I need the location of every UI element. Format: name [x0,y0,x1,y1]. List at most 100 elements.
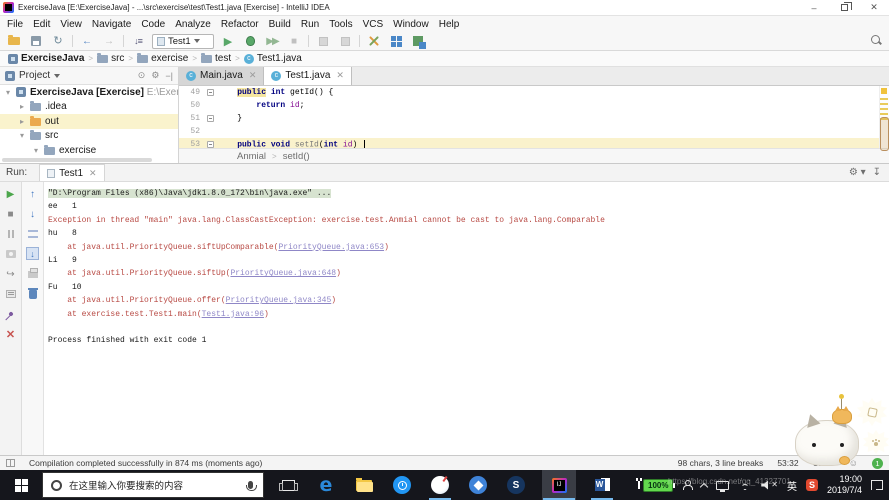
menu-item-run[interactable]: Run [296,19,324,30]
breadcrumb-item[interactable]: exercise [137,53,188,64]
project-structure-icon[interactable] [388,34,404,48]
volume-muted-icon[interactable]: ✕ [761,480,778,490]
chevron-down-icon[interactable]: ▾ [4,88,12,97]
close-run-icon[interactable]: ✕ [3,327,19,341]
gear-icon[interactable]: ⚙ [151,70,159,81]
taskbar-app-diamond-app[interactable] [466,470,490,500]
breadcrumb-item[interactable]: test [201,53,231,64]
wifi-icon[interactable] [738,480,752,490]
horizontal-scrollbar[interactable] [2,158,152,162]
hidden-icons-chevron[interactable] [700,482,709,491]
scrollbar-thumb[interactable] [880,117,889,151]
people-icon[interactable] [682,480,694,490]
editor-breadcrumb-item[interactable]: Anmial [237,151,266,162]
tree-row-idea[interactable]: ▸ .idea [0,100,178,115]
taskbar-clock[interactable]: 19:00 2019/7/4 [827,474,862,496]
gear-icon[interactable]: ⚙ ▾ [849,167,866,178]
soft-wrap-icon[interactable] [25,227,41,241]
taskbar-app-s-app[interactable]: S [504,470,528,500]
editor-line[interactable]: 53 public void setId(int id) [179,138,889,148]
stack-trace-link[interactable]: PriorityQueue.java:653 [278,243,384,252]
editor-scrollbar[interactable] [879,86,889,151]
open-icon[interactable] [6,34,22,48]
taskbar-app-intellij-idea[interactable] [542,470,576,500]
breadcrumb-item[interactable]: src [97,53,124,64]
maven-icon[interactable] [410,34,426,49]
up-stack-trace-icon[interactable]: ↑ [25,187,41,201]
line-ending[interactable]: CRLF [813,458,835,468]
menu-item-help[interactable]: Help [434,19,465,30]
taskbar-app-word[interactable]: W [590,470,614,500]
chevron-right-icon[interactable]: ▸ [18,102,26,111]
run-console[interactable]: "D:\Program Files (x86)\Java\jdk1.8.0_17… [44,182,889,455]
menu-item-window[interactable]: Window [388,19,434,30]
hide-tool-window-icon[interactable]: ↧ [873,167,881,178]
sync-icon[interactable]: ↻ [50,34,66,48]
debug-button[interactable] [242,34,258,48]
chevron-down-icon[interactable]: ▾ [18,131,26,140]
tree-row-out[interactable]: ▸ out [0,114,178,129]
fold-icon[interactable] [207,115,214,122]
print-icon[interactable] [25,266,41,280]
run-button[interactable]: ▶ [220,34,236,48]
save-icon[interactable] [28,34,44,48]
fold-icon[interactable] [207,141,214,148]
run-configuration-select[interactable]: Test1 [152,33,214,49]
locate-file-icon[interactable]: ⊙ [138,70,146,81]
coverage-button[interactable]: ▶▶ [264,34,280,48]
taskbar-search[interactable]: 在这里输入你要搜索的内容 [42,472,264,498]
run-tab[interactable]: Test1 ✕ [39,164,105,181]
pin-tab-icon[interactable] [3,307,19,321]
editor-tab-Mainjava[interactable]: c Main.java ✕ [179,67,265,85]
menu-item-navigate[interactable]: Navigate [87,19,136,30]
tree-row-exercise[interactable]: ▾ exercise [0,143,178,158]
microphone-icon[interactable] [246,481,257,491]
close-icon[interactable]: ✕ [89,168,97,179]
stack-trace-link[interactable]: PriorityQueue.java:345 [226,296,332,305]
menu-item-tools[interactable]: Tools [324,19,357,30]
chevron-down-icon[interactable]: ▾ [32,146,40,155]
menu-item-analyze[interactable]: Analyze [170,19,216,30]
menu-item-edit[interactable]: Edit [28,19,55,30]
tool-window-toggle-icon[interactable] [6,459,15,467]
editor-tab-Test1java[interactable]: c Test1.java ✕ [264,67,352,85]
down-stack-trace-icon[interactable]: ↓ [25,207,41,221]
taskbar-app-clock-app[interactable] [390,470,414,500]
hide-windows-icon[interactable]: ↓≡ [130,34,146,48]
restore-button[interactable] [829,0,859,15]
tree-row-ExerciseJava[interactable]: ▾ ExerciseJava [Exercise] E:\ExerciseJava [0,85,178,100]
display-icon[interactable] [716,480,730,492]
start-button[interactable] [0,470,42,500]
menu-item-vcs[interactable]: VCS [358,19,389,30]
back-icon[interactable]: ← [79,34,95,48]
editor-line[interactable]: 49 public int getId() { [179,86,889,99]
close-icon[interactable]: ✕ [249,70,257,81]
minimize-button[interactable]: – [799,0,829,15]
close-icon[interactable]: ✕ [336,70,344,81]
chevron-right-icon[interactable]: ▸ [18,117,26,126]
menu-item-build[interactable]: Build [264,19,296,30]
editor-breadcrumb-item[interactable]: setId() [283,151,310,162]
taskbar-app-file-explorer[interactable] [352,470,376,500]
taskbar-app-task-view[interactable] [276,470,300,500]
settings-icon[interactable] [366,34,382,48]
close-button[interactable]: ✕ [859,0,889,15]
menu-item-view[interactable]: View [55,19,87,30]
editor-line[interactable]: 50 return id; [179,99,889,112]
breadcrumb-item[interactable]: c Test1.java [243,53,302,64]
battery-indicator[interactable]: 100% [636,478,676,492]
action-center-icon[interactable] [871,480,883,490]
editor-line[interactable]: 52 [179,125,889,138]
ime-indicator[interactable]: 英 [787,478,797,493]
caret-position[interactable]: 53:32 [777,458,798,468]
taskbar-app-edge-browser[interactable]: e [314,470,338,500]
editor-line[interactable]: 51 } [179,112,889,125]
rerun-button[interactable]: ▶ [3,187,19,201]
project-panel-title[interactable]: Project [19,70,50,81]
menu-item-refactor[interactable]: Refactor [216,19,264,30]
console-settings-icon[interactable] [3,287,19,301]
hide-panel-icon[interactable]: −| [165,71,173,81]
fold-icon[interactable] [207,89,214,96]
search-everywhere-icon[interactable] [871,35,883,47]
stack-trace-link[interactable]: Test1.java:96 [202,310,264,319]
